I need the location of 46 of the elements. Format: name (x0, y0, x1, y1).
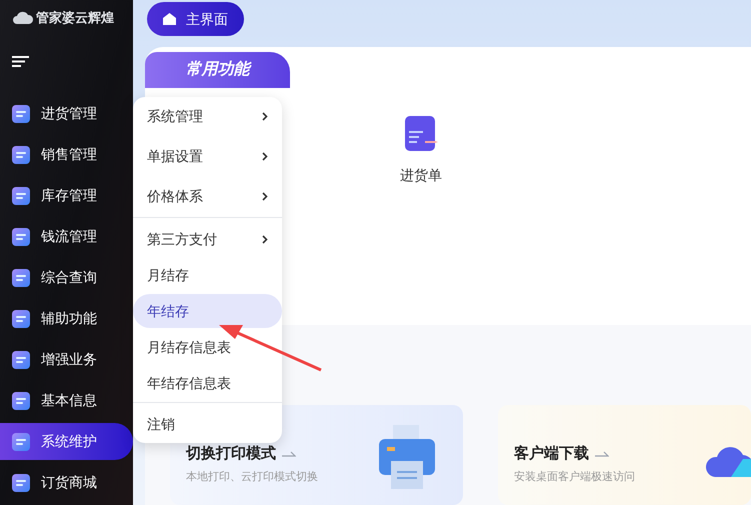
chevron-right-icon (262, 112, 268, 120)
menu-item[interactable]: 系统管理 (133, 97, 282, 135)
menu-icon[interactable] (12, 56, 29, 67)
chevron-right-icon (262, 192, 268, 200)
section-tab[interactable]: 常用功能 (145, 52, 290, 88)
card-subtitle: 安装桌面客户端极速访问 (514, 470, 635, 484)
sidebar-item[interactable]: 辅助功能 (0, 300, 133, 337)
module-icon (11, 104, 31, 124)
card-title: 客户端下载 (514, 444, 589, 464)
card-title: 切换打印模式 (186, 444, 276, 464)
menu-item[interactable]: 年结存 (133, 294, 282, 328)
module-icon (11, 186, 31, 206)
menu-item[interactable]: 价格体系 (133, 177, 282, 215)
sidebar-item[interactable]: 销售管理 (0, 136, 133, 173)
sidebar-item[interactable]: 钱流管理 (0, 218, 133, 255)
menu-item[interactable]: 第三方支付 (133, 222, 282, 256)
chevron-right-icon (262, 152, 268, 160)
sidebar-item[interactable]: 基本信息 (0, 382, 133, 419)
card-subtitle: 本地打印、云打印模式切换 (186, 470, 318, 484)
module-icon (11, 472, 31, 492)
sidebar-item[interactable]: 库存管理 (0, 177, 133, 214)
menu-item[interactable]: 年结存信息表 (133, 366, 282, 400)
menu-item[interactable]: 月结存 (133, 258, 282, 292)
menu-item[interactable]: 月结存信息表 (133, 330, 282, 364)
sidebar-item[interactable]: 进货管理 (0, 95, 133, 132)
module-icon (11, 226, 31, 246)
module-icon (11, 308, 31, 328)
module-icon (11, 144, 31, 164)
sidebar-item[interactable]: 综合查询 (0, 259, 133, 296)
sidebar-item[interactable]: 订货商城 (0, 464, 133, 501)
shortcut-tile[interactable]: 进货单 (400, 115, 442, 186)
home-icon (163, 13, 176, 25)
printer-icon (379, 425, 435, 489)
cloud-logo-icon (12, 11, 34, 25)
document-icon (403, 115, 439, 152)
sidebar-item[interactable]: 增强业务 (0, 341, 133, 378)
chevron-right-icon (262, 234, 268, 244)
module-icon (11, 432, 31, 452)
home-button[interactable]: 主界面 (147, 2, 244, 36)
feature-card[interactable]: 客户端下载 安装桌面客户端极速访问 (498, 405, 751, 505)
module-icon (11, 390, 31, 410)
module-icon (11, 350, 31, 370)
module-icon (11, 268, 31, 288)
logo-text: 管家婆云辉煌 (36, 9, 114, 28)
sidebar-item[interactable]: 系统维护 (0, 423, 133, 460)
menu-item[interactable]: 单据设置 (133, 137, 282, 175)
